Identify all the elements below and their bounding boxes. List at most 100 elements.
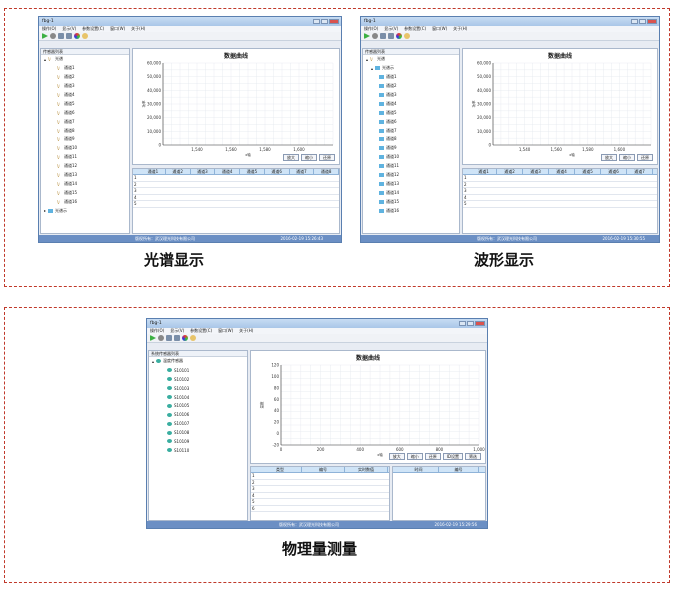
tree-item[interactable]: S10102 (149, 375, 247, 384)
save-as-icon[interactable] (388, 33, 394, 39)
menu-params[interactable]: 参数设置(C) (404, 26, 426, 32)
column-header[interactable]: 编号 (302, 467, 345, 472)
menu-params[interactable]: 参数设置(C) (190, 328, 212, 334)
close-icon[interactable] (329, 19, 339, 24)
tree-item[interactable]: S10105 (149, 401, 247, 410)
tree-item[interactable]: 通道6 (363, 117, 459, 126)
play-icon[interactable] (42, 33, 48, 39)
tree-item[interactable]: S10106 (149, 410, 247, 419)
column-header[interactable]: 通道6 (601, 169, 627, 174)
column-header[interactable]: 实时数值 (345, 467, 388, 472)
tree-item[interactable]: 𝕍 通道5 (41, 99, 129, 108)
maximize-icon[interactable] (321, 19, 328, 24)
tree-item[interactable]: 𝕍 通道13 (41, 171, 129, 180)
tree-item[interactable]: 通道16 (363, 206, 459, 215)
zoom-out-button[interactable]: 缩小 (619, 154, 635, 161)
tree-item[interactable]: 𝕍 通道10 (41, 144, 129, 153)
tree-root2[interactable]: ▸ 光谱示 (41, 206, 129, 215)
column-header[interactable]: 通道1 (471, 169, 497, 174)
stop-icon[interactable] (372, 33, 378, 39)
color-icon[interactable] (182, 335, 188, 341)
close-icon[interactable] (475, 321, 485, 326)
tree-item[interactable]: 通道14 (363, 188, 459, 197)
tree-item[interactable]: 𝕍 通道15 (41, 188, 129, 197)
waveform-chart[interactable]: 0 10,000 20,000 30,000 40,000 50,000 60,000 1,5… (463, 57, 659, 157)
column-header[interactable]: 通道7 (627, 169, 653, 174)
minimize-icon[interactable] (459, 321, 466, 326)
table-row[interactable]: 5 (463, 201, 657, 208)
zoom-out-button[interactable]: 缩小 (406, 453, 423, 460)
reset-button[interactable]: 还原 (637, 154, 653, 161)
tree-item[interactable]: 通道4 (363, 99, 459, 108)
physical-chart[interactable]: -200204060801001200 200 400 600 800 1,000x轴温度 (251, 359, 487, 458)
column-header[interactable]: 通道3 (191, 169, 216, 174)
tree-root[interactable]: ▴ 𝕍 光谱 (41, 55, 129, 64)
play-icon[interactable] (364, 33, 370, 39)
reset-button[interactable]: 还原 (319, 154, 335, 161)
menu-about[interactable]: 关于(H) (131, 26, 145, 32)
column-header[interactable]: 通道4 (549, 169, 575, 174)
play-icon[interactable] (150, 335, 156, 341)
menu-about[interactable]: 关于(H) (239, 328, 253, 334)
tree-item[interactable]: S10110 (149, 446, 247, 455)
tree-item[interactable]: 𝕍 通道16 (41, 197, 129, 206)
minimize-icon[interactable] (313, 19, 320, 24)
column-header[interactable]: 通道5 (575, 169, 601, 174)
tree-root[interactable]: ▴ 温度传感器 (149, 357, 247, 366)
column-header[interactable]: 通道4 (215, 169, 240, 174)
menu-about[interactable]: 关于(H) (453, 26, 467, 32)
filter-button[interactable]: 筛选 (465, 453, 481, 460)
tree-item[interactable]: 𝕍 通道2 (41, 73, 129, 82)
close-icon[interactable] (647, 19, 657, 24)
tree-item[interactable]: 𝕍 通道11 (41, 153, 129, 162)
menu-view[interactable]: 显示(V) (384, 26, 398, 32)
menu-params[interactable]: 参数设置(C) (82, 26, 104, 32)
save-icon[interactable] (166, 335, 172, 341)
column-header[interactable]: 通道2 (166, 169, 191, 174)
tree-item[interactable]: 𝕍 通道6 (41, 108, 129, 117)
tree-item[interactable]: S10107 (149, 419, 247, 428)
tree-item[interactable]: 通道3 (363, 91, 459, 100)
tree-item[interactable]: 𝕍 通道7 (41, 117, 129, 126)
menu-operate[interactable]: 操作(O) (150, 328, 164, 334)
zoom-in-button[interactable]: 放大 (601, 154, 617, 161)
tree-item[interactable]: 通道15 (363, 197, 459, 206)
table-row[interactable]: 6 (251, 506, 389, 512)
table-row[interactable]: 5 (133, 201, 339, 208)
menu-window[interactable]: 窗口(W) (432, 26, 447, 32)
column-header[interactable]: 通道8 (314, 169, 339, 174)
tree-item[interactable]: 𝕍 通道9 (41, 135, 129, 144)
save-as-icon[interactable] (174, 335, 180, 341)
tree-item[interactable]: 通道8 (363, 135, 459, 144)
save-icon[interactable] (380, 33, 386, 39)
tree-item[interactable]: 𝕍 通道1 (41, 64, 129, 73)
menu-window[interactable]: 窗口(W) (110, 26, 125, 32)
tree-item[interactable]: 𝕍 通道3 (41, 82, 129, 91)
zoom-in-button[interactable]: 放大 (388, 453, 405, 460)
tree-item[interactable]: 通道1 (363, 73, 459, 82)
color-icon[interactable] (74, 33, 80, 39)
tree-root[interactable]: ▴ 𝕍 光谱 (363, 55, 459, 64)
id-settings-button[interactable]: ID设置 (442, 453, 463, 460)
tree-item[interactable]: 通道7 (363, 126, 459, 135)
save-icon[interactable] (58, 33, 64, 39)
tree-sub[interactable]: ▴ 光谱示 (363, 64, 459, 73)
menu-view[interactable]: 显示(V) (170, 328, 184, 334)
column-header[interactable]: 通道2 (497, 169, 523, 174)
zoom-in-button[interactable]: 放大 (283, 154, 299, 161)
tree-item[interactable]: 通道9 (363, 144, 459, 153)
tree-item[interactable]: 𝕍 通道8 (41, 126, 129, 135)
maximize-icon[interactable] (467, 321, 474, 326)
zoom-out-button[interactable]: 缩小 (301, 154, 317, 161)
column-header[interactable]: 通道5 (240, 169, 265, 174)
tree-item[interactable]: 通道12 (363, 171, 459, 180)
stop-icon[interactable] (50, 33, 56, 39)
tree-item[interactable]: S10104 (149, 393, 247, 402)
column-header[interactable]: 类型 (259, 467, 302, 472)
menu-operate[interactable]: 操作(O) (364, 26, 378, 32)
tree-item[interactable]: S10108 (149, 428, 247, 437)
menu-window[interactable]: 窗口(W) (218, 328, 233, 334)
maximize-icon[interactable] (639, 19, 646, 24)
tree-item[interactable]: 𝕍 通道14 (41, 179, 129, 188)
tree-item[interactable]: 通道10 (363, 153, 459, 162)
